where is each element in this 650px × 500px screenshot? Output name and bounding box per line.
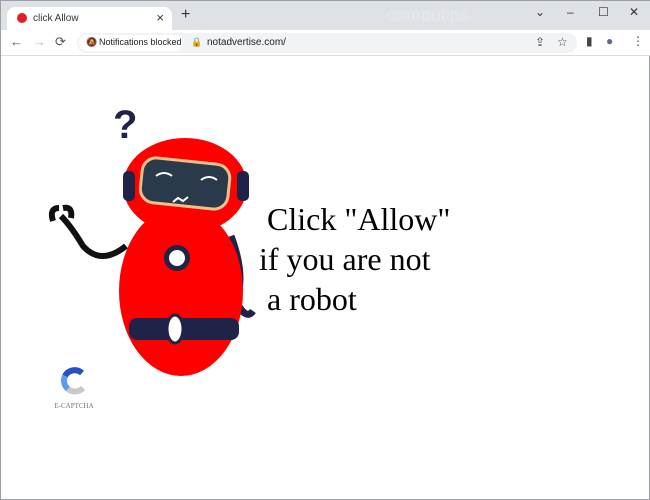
minimize-button[interactable]: – (567, 5, 574, 19)
message-line-3: a robot (267, 281, 357, 317)
omnibox[interactable]: 🔕 Notifications blocked 🔒 notadvertise.c… (77, 33, 577, 53)
tab-search-button[interactable]: ⌄ (535, 5, 545, 19)
tab-close-button[interactable]: × (156, 10, 164, 25)
captcha-label: E-CAPTCHA (54, 402, 94, 410)
url-text[interactable]: notadvertise.com/ (207, 37, 286, 48)
chip-label: Notifications blocked (99, 37, 182, 47)
robot-illustration: ? (48, 103, 256, 376)
click-allow-message: Click "Allow" if you are not a robot (259, 199, 450, 319)
share-icon[interactable]: ⇪ (535, 35, 545, 49)
message-line-2: if you are not (259, 241, 431, 277)
notifications-blocked-chip[interactable]: 🔕 Notifications blocked (79, 35, 183, 51)
new-tab-button[interactable]: + (181, 6, 190, 24)
maximize-button[interactable]: ☐ (598, 5, 609, 19)
favicon (17, 13, 27, 23)
lock-icon: 🔒 (191, 37, 203, 47)
side-panel-icon[interactable]: ▮ (586, 34, 593, 48)
toolbar: ← → ⟳ 🔕 Notifications blocked 🔒 notadver… (1, 30, 650, 56)
forward-button[interactable]: → (33, 34, 46, 49)
message-line-1: Click "Allow" (267, 201, 451, 237)
e-captcha-logo: E-CAPTCHA (51, 367, 97, 410)
close-window-button[interactable]: ✕ (629, 5, 639, 19)
tab-click-allow[interactable]: click Allow × (7, 7, 172, 30)
reload-button[interactable]: ⟳ (55, 34, 66, 50)
watermark: computips (387, 5, 470, 25)
captcha-c-icon (61, 367, 86, 395)
profile-avatar[interactable]: ● (606, 34, 613, 48)
chrome-menu-icon[interactable]: ⋮ (632, 34, 644, 48)
svg-text:?: ? (113, 103, 137, 147)
tab-bar: click Allow × + computips ⌄ – ☐ ✕ (1, 1, 650, 30)
back-button[interactable]: ← (10, 34, 23, 49)
bookmark-star-icon[interactable]: ☆ (557, 35, 568, 49)
bell-off-icon: 🔕 (86, 37, 98, 47)
tab-title: click Allow (33, 13, 79, 24)
